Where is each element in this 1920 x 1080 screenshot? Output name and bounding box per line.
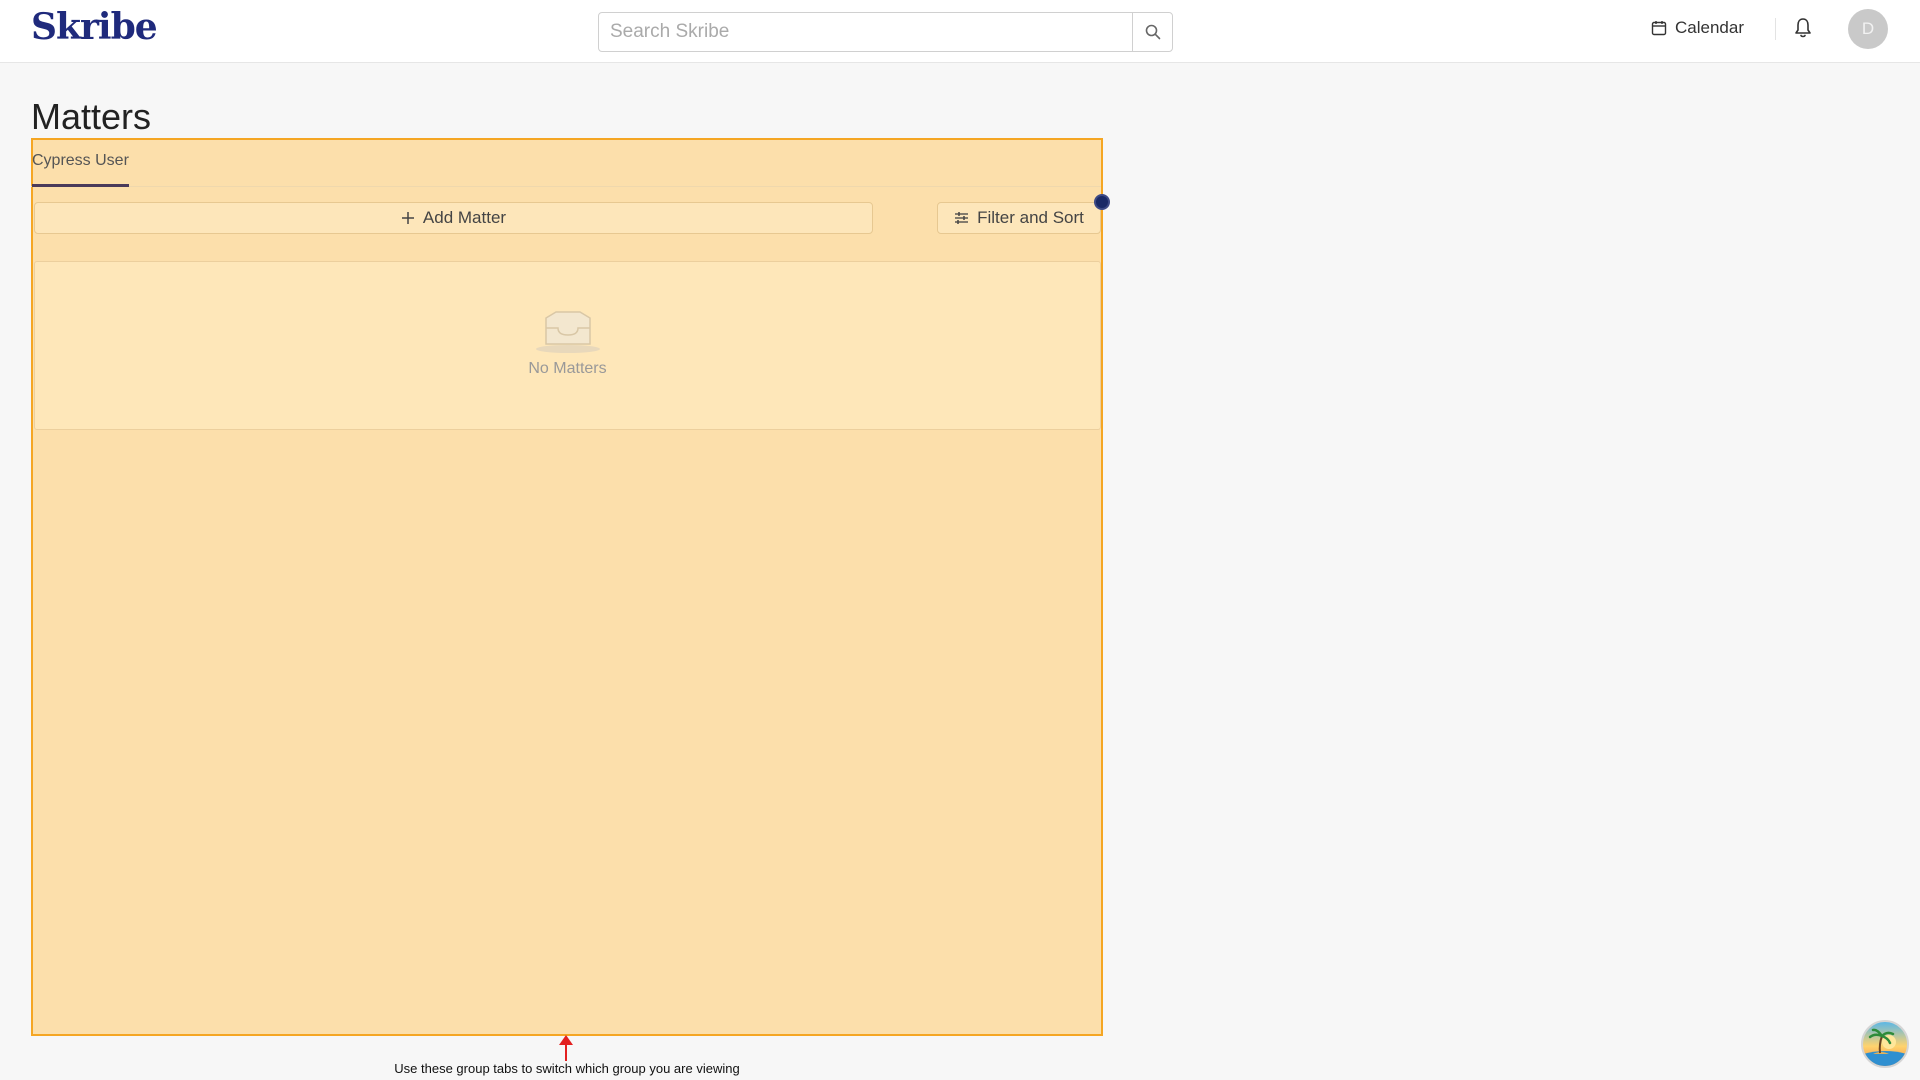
page-title: Matters (31, 96, 152, 137)
calendar-label: Calendar (1675, 18, 1744, 37)
search-icon (1145, 24, 1160, 40)
palm-island-icon (1863, 1028, 1907, 1066)
filter-and-sort-button[interactable]: Filter and Sort (937, 202, 1101, 234)
tour-arrow-icon (559, 1035, 573, 1061)
skribe-logo[interactable]: Skribe (31, 6, 158, 48)
search-button[interactable] (1132, 13, 1172, 51)
top-header: Skribe Calendar D (0, 0, 1920, 63)
search-bar (598, 12, 1173, 52)
header-divider (1775, 18, 1776, 40)
search-input[interactable] (599, 13, 1132, 51)
tour-beacon[interactable] (1094, 194, 1110, 210)
plus-icon (401, 212, 414, 224)
group-tabs: Cypress User (31, 150, 1101, 187)
empty-state-text: No Matters (528, 360, 607, 377)
sliders-icon (955, 212, 969, 224)
help-widget-button[interactable] (1861, 1020, 1909, 1068)
notifications-button[interactable] (1793, 17, 1813, 39)
calendar-icon (1651, 21, 1667, 36)
tab-cypress-user[interactable]: Cypress User (32, 152, 129, 187)
matters-list: No Matters (34, 261, 1101, 430)
user-avatar[interactable]: D (1848, 9, 1888, 49)
empty-inbox-icon (536, 311, 600, 353)
add-matter-button[interactable]: Add Matter (34, 202, 873, 234)
filter-and-sort-label: Filter and Sort (977, 208, 1084, 227)
add-matter-label: Add Matter (422, 208, 507, 227)
calendar-link[interactable]: Calendar (1651, 15, 1744, 41)
tour-tooltip-text: Use these group tabs to switch which gro… (394, 1061, 740, 1076)
bell-icon (1795, 18, 1811, 38)
